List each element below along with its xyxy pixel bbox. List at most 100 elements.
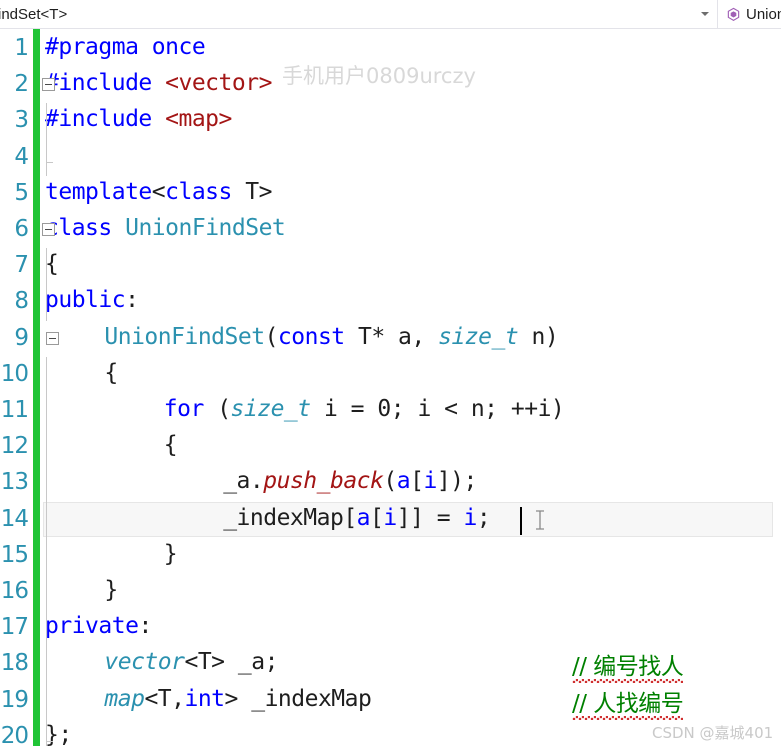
code-token: };	[45, 721, 72, 746]
line-number: 4	[14, 143, 29, 170]
line-number: 1	[14, 35, 29, 61]
code-line[interactable]: 4	[0, 140, 781, 176]
code-token: }	[104, 577, 118, 603]
fold-guide-line	[46, 393, 47, 430]
line-number: 13	[0, 469, 29, 496]
code-line[interactable]: 13 _a.push_back(a[i]);	[0, 465, 781, 501]
code-line[interactable]: 7{	[0, 248, 781, 284]
method-icon	[727, 7, 740, 21]
visual-studio-editor-window: indSet<T> Union 1 #pragma once 2 #include <…	[0, 0, 781, 746]
code-line[interactable]: 6 class UnionFindSet	[0, 212, 781, 248]
member-dropdown-label: Union	[746, 5, 781, 23]
code-line[interactable]: 5 template<class T>	[0, 176, 781, 212]
code-token: a	[356, 504, 371, 531]
code-token: UnionFindSet	[125, 215, 286, 241]
code-token: T>	[231, 178, 272, 205]
code-token: [	[370, 504, 384, 531]
fold-guide-line	[46, 465, 47, 502]
text-caret	[520, 506, 523, 535]
code-token: {	[163, 432, 178, 459]
fold-toggle-icon[interactable]	[46, 331, 59, 345]
code-token: push_back	[263, 468, 384, 495]
code-token: }	[163, 540, 178, 567]
code-token: [	[410, 468, 424, 495]
fold-guide-line	[46, 356, 47, 393]
fold-toggle-icon[interactable]	[42, 78, 55, 92]
fold-guide-line	[46, 610, 47, 647]
line-number: 8	[14, 288, 29, 315]
fold-guide-line	[46, 646, 47, 683]
code-line[interactable]: 17 private:	[0, 610, 781, 646]
code-token: template	[45, 178, 152, 205]
code-line[interactable]: 9 UnionFindSet(const T* a, size_t n)	[0, 321, 781, 357]
code-token: UnionFindSet	[104, 323, 265, 350]
mouse-ibeam-cursor	[536, 509, 545, 530]
code-line[interactable]: 11 for (size_t i = 0; i < n; ++i)	[0, 393, 781, 429]
code-token: <T,	[144, 685, 185, 712]
code-token: [	[343, 504, 357, 531]
code-token: ; i < n; ++i)	[390, 396, 565, 422]
code-line[interactable]: 3 #include <map>	[0, 103, 781, 139]
code-line[interactable]: 16}	[0, 574, 781, 610]
code-token: const	[277, 323, 345, 350]
line-content: #pragma once	[45, 34, 206, 60]
code-token: for	[163, 396, 205, 422]
fold-guide-foot	[46, 741, 53, 742]
line-content: public:	[45, 287, 139, 314]
line-number: 17	[0, 614, 29, 641]
line-content: map<T,int> _indexMap	[104, 686, 371, 712]
line-number: 19	[0, 686, 29, 713]
code-token: :	[125, 287, 139, 314]
line-number: 9	[14, 324, 29, 351]
scope-dropdown[interactable]: indSet<T>	[0, 0, 718, 28]
fold-guide-line	[46, 537, 47, 574]
code-token: #pragma	[45, 34, 139, 60]
inline-comment-text: // 人找编号	[572, 691, 684, 720]
code-line[interactable]: 10 {	[0, 357, 781, 393]
line-content: private:	[45, 613, 152, 639]
code-token: .	[249, 468, 264, 495]
chevron-down-icon[interactable]	[701, 12, 709, 16]
line-number: 6	[14, 216, 29, 242]
code-token: i	[383, 504, 397, 531]
code-token: map	[104, 685, 145, 712]
line-content: {	[104, 359, 118, 386]
code-token: {	[104, 359, 118, 386]
line-content: };	[45, 722, 72, 746]
line-number: 2	[14, 71, 29, 98]
code-token: class	[165, 178, 232, 205]
code-token: <vector>	[165, 70, 272, 97]
fold-toggle-icon[interactable]	[42, 223, 55, 236]
member-dropdown[interactable]: Union	[718, 0, 781, 28]
line-number: 12	[0, 433, 29, 460]
line-content: _indexMap[a[i]] = i;	[223, 504, 491, 531]
code-line[interactable]: 15}	[0, 538, 781, 574]
code-token: <map>	[165, 106, 232, 133]
code-line[interactable]: 12 {	[0, 429, 781, 465]
code-line[interactable]: 14 _indexMap[a[i]] = i;	[0, 502, 781, 538]
line-number: 14	[0, 505, 29, 532]
code-editor[interactable]: 1 #pragma once 2 #include <vector> 3 #include…	[0, 29, 781, 746]
watermark-top: 手机用户0809urczy	[282, 64, 476, 88]
line-content: {	[163, 432, 178, 459]
fold-guide-line	[46, 501, 47, 538]
code-token: (	[383, 468, 397, 495]
code-text-area[interactable]: 1 #pragma once 2 #include <vector> 3 #include…	[0, 29, 781, 746]
line-content: vector<T> _a;	[104, 649, 278, 675]
scope-dropdown-label: indSet<T>	[0, 5, 68, 23]
code-token: i	[463, 504, 478, 531]
fold-guide-foot	[46, 161, 53, 163]
line-content: }	[163, 540, 178, 567]
line-content: #include <map>	[45, 106, 232, 132]
code-token: ]] =	[396, 504, 464, 531]
line-number: 3	[14, 107, 29, 134]
code-token: int	[184, 685, 225, 712]
fold-guide-line	[46, 574, 47, 611]
line-number: 20	[0, 722, 29, 746]
code-token: once	[138, 34, 206, 60]
line-content: class UnionFindSet	[45, 215, 286, 241]
code-line[interactable]: 8 public:	[0, 284, 781, 320]
